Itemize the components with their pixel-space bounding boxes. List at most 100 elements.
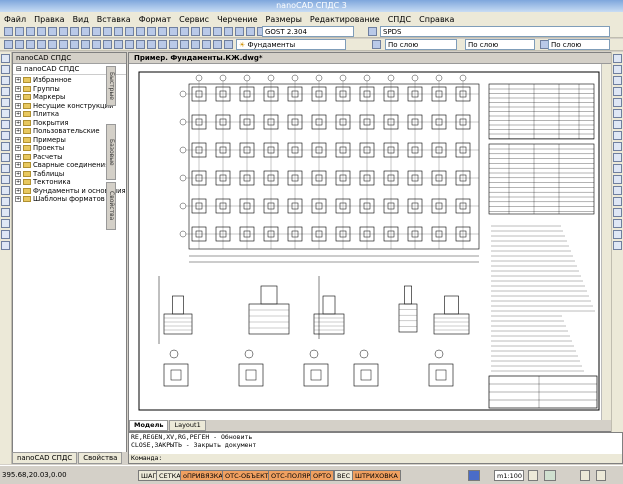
tab-layout1[interactable]: Layout1 bbox=[169, 420, 206, 431]
expand-icon[interactable]: + bbox=[15, 153, 21, 160]
otrack-button[interactable]: ОТС-ОБЪЕКТ bbox=[222, 470, 272, 481]
tool-icon[interactable] bbox=[4, 27, 13, 36]
tool-icon[interactable] bbox=[26, 40, 35, 49]
document-tab[interactable]: Пример. Фундаменты.КЖ.dwg* bbox=[129, 53, 612, 64]
tool-icon[interactable] bbox=[613, 208, 622, 217]
lock-icon[interactable] bbox=[580, 470, 590, 481]
tool-icon[interactable] bbox=[613, 54, 622, 63]
tool-icon[interactable] bbox=[613, 98, 622, 107]
tool-icon[interactable] bbox=[235, 27, 244, 36]
tool-icon[interactable] bbox=[1, 120, 10, 129]
tool-icon[interactable] bbox=[191, 40, 200, 49]
tab-properties[interactable]: Свойства bbox=[78, 452, 123, 464]
tool-icon[interactable] bbox=[1, 87, 10, 96]
polar-button[interactable]: ОТС-ПОЛЯР bbox=[268, 470, 314, 481]
expand-icon[interactable]: + bbox=[15, 196, 21, 203]
tool-icon[interactable] bbox=[103, 27, 112, 36]
tool-icon[interactable] bbox=[202, 27, 211, 36]
tool-icon[interactable] bbox=[158, 27, 167, 36]
textstyle-combo[interactable]: GOST 2.304 bbox=[262, 26, 354, 37]
osnap-button[interactable]: оПРИВЯЗКА bbox=[180, 470, 226, 481]
menu-edit[interactable]: Правка bbox=[34, 15, 64, 24]
tool-icon[interactable] bbox=[368, 27, 377, 36]
tool-icon[interactable] bbox=[613, 186, 622, 195]
tool-icon[interactable] bbox=[224, 27, 233, 36]
tool-icon[interactable] bbox=[136, 27, 145, 36]
tool-icon[interactable] bbox=[613, 153, 622, 162]
tool-icon[interactable] bbox=[37, 40, 46, 49]
tool-icon[interactable] bbox=[1, 208, 10, 217]
expand-icon[interactable]: + bbox=[15, 119, 21, 126]
tool-icon[interactable] bbox=[213, 40, 222, 49]
menu-draw[interactable]: Черчение bbox=[217, 15, 257, 24]
tool-icon[interactable] bbox=[613, 76, 622, 85]
tool-icon[interactable] bbox=[92, 40, 101, 49]
lineweight-button[interactable]: ВЕС bbox=[334, 470, 354, 481]
tool-icon[interactable] bbox=[1, 197, 10, 206]
expand-icon[interactable]: + bbox=[15, 128, 21, 135]
tool-icon[interactable] bbox=[125, 40, 134, 49]
tool-icon[interactable] bbox=[4, 40, 13, 49]
expand-icon[interactable]: + bbox=[15, 77, 21, 84]
tool-icon[interactable] bbox=[224, 40, 233, 49]
menu-file[interactable]: Файл bbox=[4, 15, 26, 24]
hatch-button[interactable]: ШТРИХОВКА bbox=[352, 470, 401, 481]
tray-icon[interactable] bbox=[544, 470, 556, 481]
expand-icon[interactable]: + bbox=[15, 111, 21, 118]
tool-icon[interactable] bbox=[613, 65, 622, 74]
tool-icon[interactable] bbox=[1, 131, 10, 140]
tool-icon[interactable] bbox=[613, 241, 622, 250]
tool-icon[interactable] bbox=[613, 175, 622, 184]
tool-icon[interactable] bbox=[92, 27, 101, 36]
expand-icon[interactable]: + bbox=[15, 162, 21, 169]
tool-icon[interactable] bbox=[613, 142, 622, 151]
tool-icon[interactable] bbox=[103, 40, 112, 49]
vtab-properties[interactable]: Свойства bbox=[106, 182, 116, 230]
tool-icon[interactable] bbox=[372, 40, 381, 49]
tool-icon[interactable] bbox=[613, 131, 622, 140]
tool-icon[interactable] bbox=[246, 27, 255, 36]
expand-icon[interactable]: + bbox=[15, 102, 21, 109]
tool-icon[interactable] bbox=[180, 27, 189, 36]
zoom-icon[interactable] bbox=[528, 470, 538, 481]
tool-icon[interactable] bbox=[169, 40, 178, 49]
tool-icon[interactable] bbox=[1, 175, 10, 184]
tool-icon[interactable] bbox=[81, 27, 90, 36]
drawing-canvas[interactable] bbox=[129, 64, 601, 420]
tool-icon[interactable] bbox=[1, 230, 10, 239]
tool-icon[interactable] bbox=[180, 40, 189, 49]
menu-help[interactable]: Справка bbox=[419, 15, 454, 24]
model-icon[interactable] bbox=[468, 470, 480, 481]
tool-icon[interactable] bbox=[1, 54, 10, 63]
command-prompt[interactable]: Команда: bbox=[129, 454, 622, 463]
expand-icon[interactable]: + bbox=[15, 170, 21, 177]
menu-insert[interactable]: Вставка bbox=[97, 15, 131, 24]
tool-icon[interactable] bbox=[613, 164, 622, 173]
menu-spds[interactable]: СПДС bbox=[388, 15, 411, 24]
vtab-basic[interactable]: Базовые bbox=[106, 124, 116, 180]
tool-icon[interactable] bbox=[1, 164, 10, 173]
tool-icon[interactable] bbox=[59, 40, 68, 49]
tool-icon[interactable] bbox=[147, 27, 156, 36]
tool-icon[interactable] bbox=[147, 40, 156, 49]
tool-icon[interactable] bbox=[169, 27, 178, 36]
tool-icon[interactable] bbox=[158, 40, 167, 49]
fullscreen-icon[interactable] bbox=[596, 470, 606, 481]
ortho-button[interactable]: ОРТО bbox=[310, 470, 335, 481]
vertical-scrollbar[interactable] bbox=[601, 64, 611, 420]
tool-icon[interactable] bbox=[613, 120, 622, 129]
tool-icon[interactable] bbox=[59, 27, 68, 36]
tool-icon[interactable] bbox=[613, 109, 622, 118]
command-window[interactable]: RE,REGEN,XV,RG,РЕГЕН - Обновить CLOSE,ЗА… bbox=[128, 432, 623, 464]
tool-icon[interactable] bbox=[213, 27, 222, 36]
dimstyle-combo[interactable]: SPDS bbox=[380, 26, 610, 37]
tool-icon[interactable] bbox=[1, 153, 10, 162]
tool-icon[interactable] bbox=[1, 186, 10, 195]
tool-icon[interactable] bbox=[202, 40, 211, 49]
tool-icon[interactable] bbox=[613, 230, 622, 239]
tool-icon[interactable] bbox=[1, 65, 10, 74]
tool-icon[interactable] bbox=[1, 98, 10, 107]
tool-icon[interactable] bbox=[613, 87, 622, 96]
tab-model[interactable]: Модель bbox=[129, 420, 169, 431]
tool-icon[interactable] bbox=[136, 40, 145, 49]
